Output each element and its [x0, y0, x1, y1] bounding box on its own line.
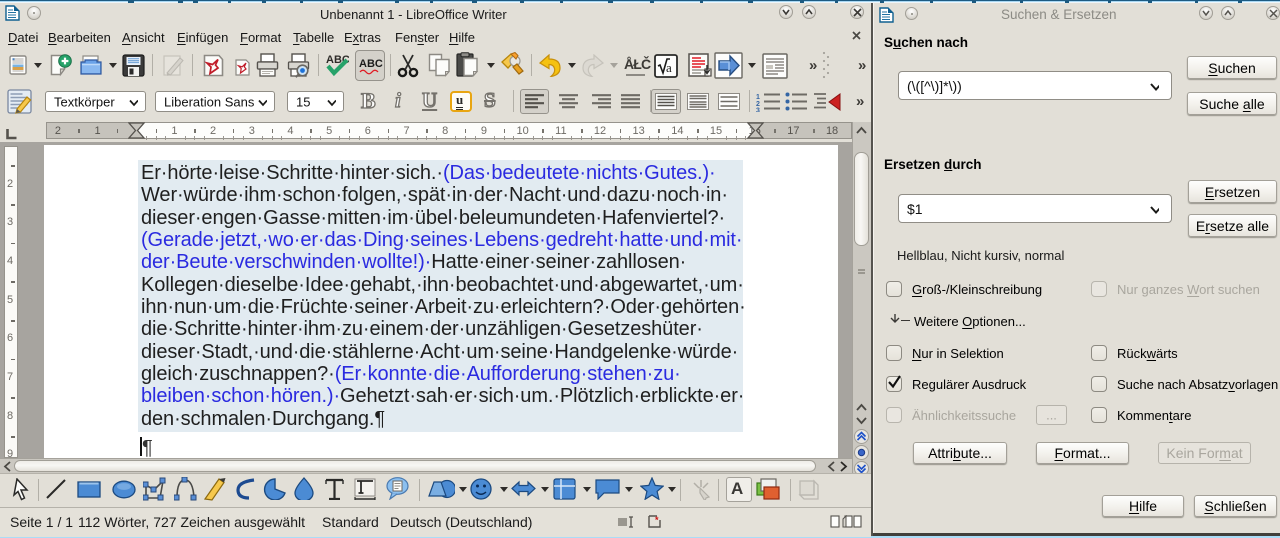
svg-text:1: 1 — [756, 94, 760, 101]
svg-text:*: * — [655, 515, 659, 525]
svg-text:a: a — [666, 60, 672, 75]
svg-text:3: 3 — [756, 108, 760, 113]
svg-text:ABC: ABC — [359, 58, 383, 70]
